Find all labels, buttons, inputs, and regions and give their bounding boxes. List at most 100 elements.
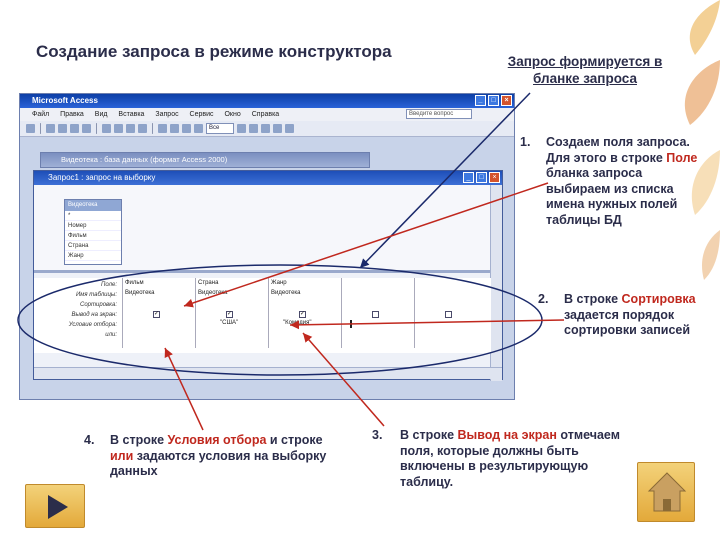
menu-item-help[interactable]: Справка (252, 111, 279, 118)
menu-item-insert[interactable]: Вставка (118, 111, 144, 118)
query-design-window: Запрос1 : запрос на выборку _ □ × Видеот… (33, 170, 503, 381)
vertical-scrollbar[interactable] (490, 185, 502, 381)
maximize-icon[interactable]: □ (488, 95, 499, 106)
slide-title: Создание запроса в режиме конструктора (36, 42, 392, 61)
print-icon[interactable] (58, 124, 67, 133)
row-label-table: Имя таблицы: (75, 292, 117, 298)
help-search-input[interactable]: Введите вопрос (406, 109, 472, 119)
field-list-title: Видеотека (65, 200, 121, 211)
menu-item-file[interactable]: Файл (32, 111, 49, 118)
totals-icon[interactable] (194, 124, 203, 133)
show-checkbox[interactable]: ✓ (299, 311, 306, 318)
note-number: 3. (372, 428, 383, 442)
note-highlight: Вывод на экран (457, 428, 557, 442)
save-icon[interactable] (46, 124, 55, 133)
grid-cell-field[interactable]: Жанр (271, 280, 287, 286)
show-checkbox[interactable] (372, 311, 379, 318)
grid-cell-table[interactable]: Видеотека (125, 290, 155, 296)
menu-item-view[interactable]: Вид (95, 111, 108, 118)
note-text: задаются условия на выборку данных (110, 448, 327, 479)
build-icon[interactable] (249, 124, 258, 133)
grid-column[interactable] (414, 278, 487, 348)
row-label-sort: Сортировка: (80, 302, 117, 308)
top-values-combo[interactable]: Все (206, 123, 234, 134)
grid-cell-table[interactable]: Видеотека (271, 290, 301, 296)
field-list-item[interactable]: Номер (65, 221, 121, 231)
field-list-item[interactable]: Фильм (65, 231, 121, 241)
grid-cell-field[interactable]: Страна (198, 280, 218, 286)
copy-icon[interactable] (114, 124, 123, 133)
show-table-icon[interactable] (182, 124, 191, 133)
grid-cell-criteria[interactable]: "США" (220, 320, 238, 326)
access-window: Microsoft Access _ □ × Файл Правка Вид В… (19, 93, 515, 400)
note-number: 4. (84, 433, 95, 447)
grid-column[interactable]: Страна Видеотека ✓ "США" (195, 278, 268, 348)
menu-item-tools[interactable]: Сервис (190, 111, 214, 118)
query-type-icon[interactable] (158, 124, 167, 133)
field-list-item[interactable]: Жанр (65, 251, 121, 261)
database-window-icon[interactable] (261, 124, 270, 133)
note-number: 2. (538, 292, 549, 306)
grid-column[interactable] (341, 278, 414, 348)
note-2: 2. В строке Сортировка задается порядок … (538, 292, 708, 339)
paste-icon[interactable] (126, 124, 135, 133)
show-checkbox[interactable]: ✓ (153, 311, 160, 318)
grid-column[interactable]: Жанр Видеотека ✓ "Комедия" (268, 278, 341, 348)
preview-icon[interactable] (70, 124, 79, 133)
view-icon[interactable] (26, 124, 35, 133)
database-window-title[interactable]: Видеотека : база данных (формат Access 2… (40, 152, 370, 168)
home-button[interactable] (637, 462, 695, 522)
field-list-item[interactable]: Страна (65, 241, 121, 251)
field-list-item[interactable]: * (65, 211, 121, 221)
note-1: 1. Создаем поля запроса. Для этого в стр… (520, 135, 700, 228)
row-label-criteria: Условие отбора: (68, 322, 117, 328)
grid-cell-field[interactable]: Фильм (125, 280, 144, 286)
note-4: 4. В строке Условия отбора и строке или … (84, 433, 329, 480)
run-icon[interactable] (170, 124, 179, 133)
menu-bar: Файл Правка Вид Вставка Запрос Сервис Ок… (20, 108, 514, 121)
menu-item-query[interactable]: Запрос (155, 111, 178, 118)
maximize-icon[interactable]: □ (476, 172, 487, 183)
row-label-field: Поле: (101, 282, 117, 288)
app-title: Microsoft Access (32, 96, 98, 105)
row-label-or: или: (105, 332, 117, 338)
note-highlight: Условия отбора (167, 433, 267, 447)
note-highlight: или (110, 448, 134, 463)
separator (152, 123, 153, 134)
minimize-icon[interactable]: _ (463, 172, 474, 183)
horizontal-scrollbar[interactable] (34, 367, 502, 379)
new-object-icon[interactable] (273, 124, 282, 133)
menu-item-window[interactable]: Окно (224, 111, 240, 118)
cut-icon[interactable] (102, 124, 111, 133)
note-number: 1. (520, 135, 531, 149)
play-arrow-icon (48, 495, 68, 519)
toolbar: Все (20, 121, 514, 137)
field-list[interactable]: Видеотека * Номер Фильм Страна Жанр (64, 199, 122, 265)
close-icon[interactable]: × (501, 95, 512, 106)
help-icon[interactable] (285, 124, 294, 133)
spelling-icon[interactable] (82, 124, 91, 133)
show-checkbox[interactable] (445, 311, 452, 318)
note-text: бланка запроса выбираем из списка имена … (546, 166, 678, 227)
minimize-icon[interactable]: _ (475, 95, 486, 106)
separator (96, 123, 97, 134)
grid-column[interactable]: Фильм Видеотека ✓ (122, 278, 195, 348)
query-window-title: Запрос1 : запрос на выборку (48, 173, 156, 182)
note-text: и строке (266, 433, 323, 447)
note-text: В строке (110, 433, 168, 447)
side-title: Запрос формируется в бланке запроса (507, 54, 663, 86)
menu-item-edit[interactable]: Правка (60, 111, 84, 118)
grid-cell-criteria[interactable]: "Комедия" (283, 320, 312, 326)
note-highlight: Поле (666, 150, 698, 165)
properties-icon[interactable] (237, 124, 246, 133)
grid-cell-table[interactable]: Видеотека (198, 290, 228, 296)
row-label-show: Вывод на экран: (71, 312, 117, 318)
next-slide-button[interactable] (25, 484, 85, 528)
undo-icon[interactable] (138, 124, 147, 133)
note-text: В строке (400, 428, 458, 442)
text-cursor (350, 320, 352, 328)
close-icon[interactable]: × (489, 172, 500, 183)
note-text: В строке (564, 292, 622, 306)
show-checkbox[interactable]: ✓ (226, 311, 233, 318)
note-text: задается порядок сортировки записей (564, 307, 691, 338)
